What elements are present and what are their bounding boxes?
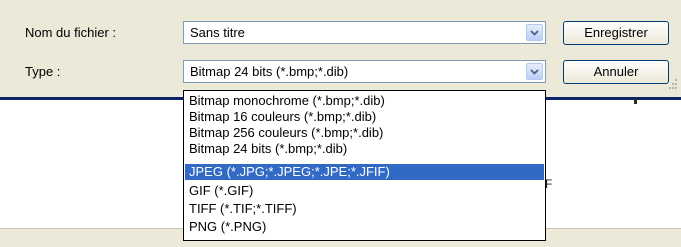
cancel-button[interactable]: Annuler bbox=[563, 60, 669, 84]
background-mark bbox=[634, 98, 637, 104]
filename-value: Sans titre bbox=[190, 25, 245, 40]
type-label: Type : bbox=[25, 64, 61, 79]
file-type-dropdown-list[interactable]: Bitmap monochrome (*.bmp;*.dib) Bitmap 1… bbox=[183, 90, 546, 241]
dropdown-option[interactable]: TIFF (*.TIF;*.TIFF) bbox=[185, 201, 544, 217]
chevron-down-icon[interactable] bbox=[526, 24, 543, 41]
file-type-value: Bitmap 24 bits (*.bmp;*.dib) bbox=[190, 64, 349, 79]
dropdown-option-selected[interactable]: JPEG (*.JPG;*.JPEG;*.JPE;*.JFIF) bbox=[185, 164, 544, 180]
file-type-select[interactable]: Bitmap 24 bits (*.bmp;*.dib) bbox=[183, 60, 546, 83]
save-button[interactable]: Enregistrer bbox=[563, 21, 669, 45]
dropdown-option[interactable]: PNG (*.PNG) bbox=[185, 219, 544, 235]
background-text-fragment: F bbox=[545, 177, 553, 191]
dropdown-option[interactable]: Bitmap monochrome (*.bmp;*.dib) bbox=[185, 93, 544, 109]
dropdown-option[interactable]: Bitmap 24 bits (*.bmp;*.dib) bbox=[185, 141, 544, 157]
dropdown-option[interactable]: Bitmap 256 couleurs (*.bmp;*.dib) bbox=[185, 125, 544, 141]
resize-grip-icon[interactable] bbox=[664, 76, 678, 92]
dropdown-option[interactable]: GIF (*.GIF) bbox=[185, 183, 544, 199]
dropdown-option[interactable]: Bitmap 16 couleurs (*.bmp;*.dib) bbox=[185, 109, 544, 125]
chevron-down-icon[interactable] bbox=[526, 63, 543, 80]
filename-label: Nom du fichier : bbox=[25, 25, 117, 40]
filename-field[interactable]: Sans titre bbox=[183, 21, 546, 44]
